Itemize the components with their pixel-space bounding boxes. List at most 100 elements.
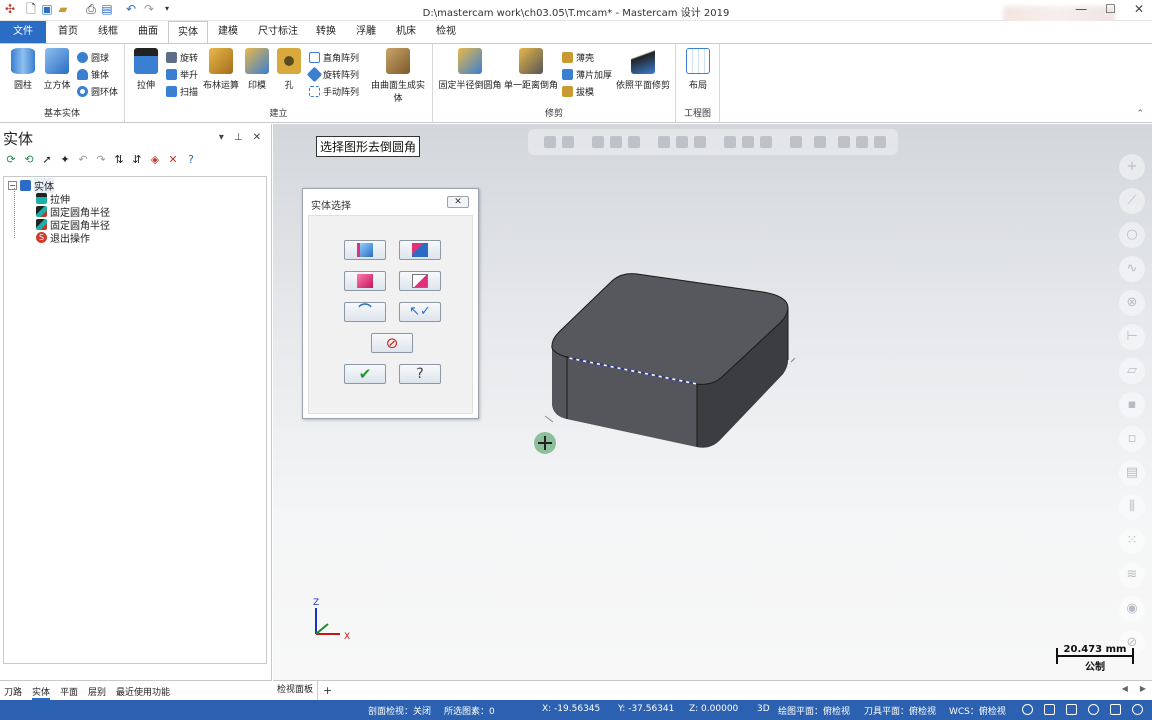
select-edge-button[interactable] [344, 240, 386, 260]
mask-solid-icon[interactable]: ▪ [1119, 392, 1145, 418]
scroll-right-icon[interactable]: ▶ [1140, 684, 1146, 693]
view-tool-icon[interactable] [694, 136, 706, 148]
view-tool-icon[interactable] [856, 136, 868, 148]
render-mode-icon[interactable] [1044, 704, 1055, 715]
mask-chain-icon[interactable]: ⁙ [1119, 528, 1145, 554]
tab-solids-manager[interactable]: 实体 [32, 685, 51, 700]
mask-mesh-icon[interactable]: ▫ [1119, 426, 1145, 452]
scroll-left-icon[interactable]: ◀ [1122, 684, 1128, 693]
mask-dimension-icon[interactable]: ⊢ [1119, 324, 1145, 350]
draft-button[interactable]: 拔模 [562, 84, 594, 98]
tab-surfaces[interactable]: 曲面 [132, 21, 164, 43]
mode-3d[interactable]: 3D [757, 704, 770, 714]
collapse-ribbon-icon[interactable]: ⌃ [1136, 109, 1144, 119]
delete-icon[interactable]: ✕ [166, 153, 180, 167]
select-body-button[interactable] [344, 271, 386, 291]
verify-selection-button[interactable]: ↖✓ [399, 302, 441, 322]
boolean-button[interactable]: 布林运算 [202, 48, 240, 91]
transparency-icon[interactable] [1110, 704, 1121, 715]
view-tool-icon[interactable] [562, 136, 574, 148]
mask-wireframe-icon[interactable]: ⟋ [1119, 188, 1145, 214]
view-tool-icon[interactable] [610, 136, 622, 148]
regenerate-dirty-icon[interactable]: ⟲ [22, 153, 36, 167]
view-tool-icon[interactable] [658, 136, 670, 148]
section-view-status[interactable]: 剖面检视：关闭 [368, 704, 431, 717]
minimize-icon[interactable]: — [1075, 2, 1087, 16]
tab-home[interactable]: 首页 [52, 21, 84, 43]
view-tool-icon[interactable] [724, 136, 736, 148]
dialog-close-button[interactable]: ✕ [447, 196, 469, 208]
move-up-icon[interactable]: ⇅ [112, 153, 126, 167]
cube-button[interactable]: 立方体 [40, 48, 74, 91]
wcs-status[interactable]: WCS：俯检视 [949, 704, 1006, 717]
select-icon[interactable]: ➚ [40, 153, 54, 167]
view-tool-icon[interactable] [814, 136, 826, 148]
select-feature-button[interactable] [399, 271, 441, 291]
mask-level-icon[interactable]: ⫼ [1119, 494, 1145, 520]
view-tool-icon[interactable] [760, 136, 772, 148]
cylinder-button[interactable]: 圆柱 [8, 48, 38, 91]
globe-icon[interactable] [1022, 704, 1033, 715]
undo-op-icon[interactable]: ↶ [76, 153, 90, 167]
tplane-status[interactable]: 刀具平面：俯检视 [864, 704, 936, 717]
regenerate-all-icon[interactable]: ⟳ [4, 153, 18, 167]
view-tool-icon[interactable] [628, 136, 640, 148]
mask-group-icon[interactable]: ▤ [1119, 460, 1145, 486]
tab-wireframe[interactable]: 线框 [92, 21, 124, 43]
trim-to-plane-button[interactable]: 依照平面修剪 [613, 48, 673, 91]
clear-selection-button[interactable]: ⊘ [371, 333, 413, 353]
layout-button[interactable]: 布局 [683, 48, 713, 91]
sweep-button[interactable]: 扫描 [166, 84, 198, 98]
tab-file[interactable]: 文件 [0, 21, 46, 43]
redo-op-icon[interactable]: ↷ [94, 153, 108, 167]
tree-node-root[interactable]: − 实体 [8, 178, 54, 193]
add-viewsheet-button[interactable]: + [323, 684, 332, 697]
move-down-icon[interactable]: ⇵ [130, 153, 144, 167]
cone-button[interactable]: 锥体 [77, 67, 109, 81]
panel-close-icon[interactable]: ✕ [253, 132, 261, 143]
single-chamfer-button[interactable]: 单一距离倒角 [503, 48, 559, 91]
rotary-array-button[interactable]: 旋转阵列 [306, 66, 359, 82]
solid-model[interactable] [543, 264, 803, 454]
mask-spline-icon[interactable]: ∿ [1119, 256, 1145, 282]
mask-surface-icon[interactable]: ▱ [1119, 358, 1145, 384]
hole-button[interactable]: 孔 [277, 48, 301, 91]
dialog-help-button[interactable]: ? [399, 364, 441, 384]
tab-machine[interactable]: 机床 [390, 21, 422, 43]
loft-button[interactable]: 举升 [166, 67, 198, 81]
shaded-icon[interactable] [1066, 704, 1077, 715]
tab-view[interactable]: 检视 [430, 21, 462, 43]
tab-planes[interactable]: 平面 [60, 685, 78, 698]
ok-button[interactable]: ✔ [344, 364, 386, 384]
settings-icon[interactable] [1132, 704, 1143, 715]
thicken-button[interactable]: 薄片加厚 [562, 67, 612, 81]
panel-menu-icon[interactable]: ▾ [219, 132, 224, 143]
constant-fillet-button[interactable]: 固定半径倒圆角 [437, 48, 503, 91]
tree-node-stop-op[interactable]: S 退出操作 [36, 231, 90, 245]
select-face-button[interactable] [399, 240, 441, 260]
view-tool-icon[interactable] [874, 136, 886, 148]
view-tool-icon[interactable] [676, 136, 688, 148]
mask-layers-icon[interactable]: ≋ [1119, 562, 1145, 588]
graphics-viewport[interactable]: 选择图形去倒圆角 + ⟋ ○ ∿ ⊗ ⊢ ▱ ▪ ▫ ▤ ⫼ ⁙ ≋ ◉ ⊘ 实… [273, 124, 1152, 680]
view-tool-icon[interactable] [838, 136, 850, 148]
gview-status[interactable]: 绘图平面：俯检视 [778, 704, 850, 717]
tab-levels[interactable]: 层别 [88, 685, 106, 698]
imprint-button[interactable]: 印模 [244, 48, 270, 91]
view-tool-icon[interactable] [742, 136, 754, 148]
tab-drafting[interactable]: 尺寸标注 [254, 21, 302, 43]
rect-array-button[interactable]: 直角阵列 [309, 50, 359, 64]
tab-model-prep[interactable]: 建模 [212, 21, 244, 43]
maximize-icon[interactable]: ☐ [1105, 2, 1116, 16]
pin-icon[interactable]: ⊥ [234, 132, 243, 143]
viewsheet-tab-main[interactable]: 检视面板 [273, 681, 319, 700]
tab-relief[interactable]: 浮雕 [350, 21, 382, 43]
revolve-button[interactable]: 旋转 [166, 50, 198, 64]
view-tool-icon[interactable] [592, 136, 604, 148]
z-coordinate[interactable]: Z: 0.00000 [689, 704, 738, 714]
tab-transform[interactable]: 转换 [310, 21, 342, 43]
mask-point-icon[interactable]: ⊗ [1119, 290, 1145, 316]
collapse-icon[interactable]: − [8, 181, 17, 190]
tab-solids[interactable]: 实体 [168, 21, 208, 43]
view-tool-icon[interactable] [544, 136, 556, 148]
